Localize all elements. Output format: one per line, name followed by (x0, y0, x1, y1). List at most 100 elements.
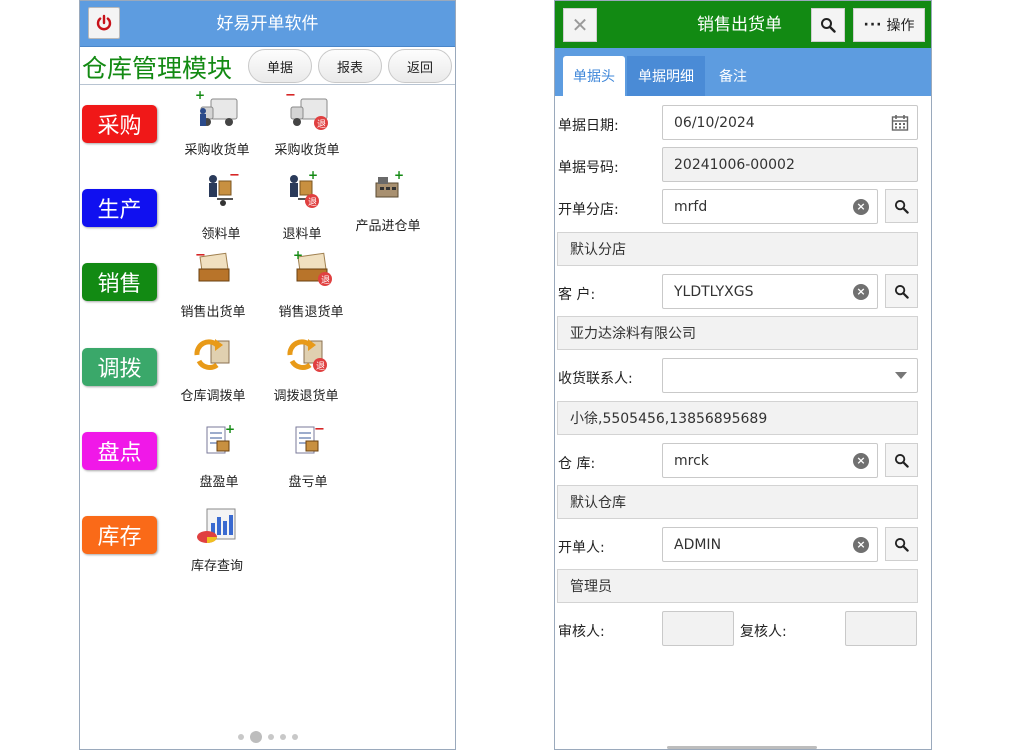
svg-text:+: + (195, 89, 205, 102)
category-purchase[interactable]: 采购 (82, 105, 157, 143)
back-button[interactable]: 返回 (388, 49, 452, 83)
tile-sales-return[interactable]: 退 + 销售退货单 (266, 247, 356, 320)
tile-stock-query[interactable]: 库存查询 (172, 503, 262, 574)
checklist-minus-icon: − (284, 419, 332, 467)
cash-register-icon: + (364, 165, 412, 213)
form-title: 销售出货单 (697, 15, 782, 35)
tile-stock-loss-label: 盘亏单 (288, 475, 328, 490)
tile-material-return-label: 退料单 (282, 227, 322, 242)
module-row: 仓库管理模块 单据 报表 返回 (80, 47, 455, 85)
page-dot[interactable] (279, 734, 286, 740)
close-icon: ✕ (571, 13, 589, 37)
category-inventory[interactable]: 库存 (82, 516, 157, 554)
reports-button[interactable]: 报表 (318, 49, 382, 83)
dropdown-arrow-icon (895, 372, 907, 379)
svg-text:+: + (308, 169, 318, 182)
contact-label: 收货联系人: (558, 371, 633, 387)
contact-select[interactable] (662, 358, 918, 393)
category-sales[interactable]: 销售 (82, 263, 157, 301)
page-dot[interactable] (291, 734, 298, 740)
close-button[interactable]: ✕ (563, 8, 597, 42)
creator-name: 管理员 (557, 569, 918, 603)
warehouse-label: 仓 库: (558, 456, 596, 472)
rechecker-label: 复核人: (740, 624, 787, 640)
number-field: 20241006-00002 (662, 147, 918, 182)
tile-stock-gain[interactable]: + 盘盈单 (174, 419, 264, 490)
tile-transfer-return[interactable]: 退 调拨退货单 (261, 331, 351, 404)
clear-icon[interactable]: × (853, 537, 869, 553)
tile-stock-loss[interactable]: − 盘亏单 (263, 419, 353, 490)
creator-value: ADMIN (674, 536, 722, 553)
page-dot[interactable] (267, 734, 274, 740)
category-production[interactable]: 生产 (82, 189, 157, 227)
svg-text:+: + (225, 422, 235, 436)
customer-input[interactable]: YLDTLYXGS × (662, 274, 878, 309)
page-dot[interactable] (237, 734, 244, 740)
tile-purchase-receive-label: 采购收货单 (184, 143, 250, 158)
customer-name: 亚力达涂料有限公司 (557, 316, 918, 350)
date-input[interactable]: 06/10/2024 (662, 105, 918, 140)
svg-text:退: 退 (308, 197, 317, 208)
tile-purchase-return-label: 采购收货单 (274, 143, 340, 158)
warehouse-value: mrck (674, 452, 709, 469)
delivery-truck-icon: + (193, 88, 241, 137)
return-truck-icon: 退 − (283, 88, 331, 137)
category-stocktake[interactable]: 盘点 (82, 432, 157, 470)
search-icon (894, 199, 909, 214)
svg-text:−: − (229, 169, 240, 183)
svg-text:−: − (285, 89, 296, 103)
right-header: ✕ 销售出货单 ··· 操作 (555, 1, 931, 48)
tile-sales-out[interactable]: − 销售出货单 (168, 247, 258, 320)
svg-text:+: + (394, 168, 404, 182)
tab-notes[interactable]: 备注 (707, 56, 759, 96)
hand-truck-icon: − (197, 168, 245, 217)
tile-transfer[interactable]: 仓库调拨单 (168, 331, 258, 404)
search-icon (894, 537, 909, 552)
tile-material-return[interactable]: 退 + 退料单 (257, 168, 347, 242)
tile-stock-query-label: 库存查询 (190, 559, 243, 574)
tile-sales-return-label: 销售退货单 (278, 305, 344, 320)
warehouse-input[interactable]: mrck × (662, 443, 878, 478)
warehouse-search-button[interactable] (885, 443, 918, 477)
customer-label: 客 户: (558, 287, 596, 303)
bottom-scroll-indicator (667, 746, 817, 749)
sales-order-icon: − (189, 247, 237, 295)
category-sales-label: 销售 (97, 272, 142, 297)
tile-purchase-return[interactable]: 退 − 采购收货单 (262, 88, 352, 158)
creator-search-button[interactable] (885, 527, 918, 561)
header-search-button[interactable] (811, 8, 845, 42)
category-inventory-label: 库存 (97, 525, 142, 550)
category-transfer[interactable]: 调拨 (82, 348, 157, 386)
number-label: 单据号码: (558, 160, 619, 176)
tab-header[interactable]: 单据头 (563, 56, 625, 96)
tile-material-pick[interactable]: − 领料单 (176, 168, 266, 242)
rechecker-field (845, 611, 917, 646)
tile-product-in[interactable]: + 产品进仓单 (343, 165, 433, 234)
clear-icon[interactable]: × (853, 284, 869, 300)
branch-search-button[interactable] (885, 189, 918, 223)
page-dot-active[interactable] (249, 731, 262, 743)
documents-button[interactable]: 单据 (248, 49, 312, 83)
operations-label: 操作 (886, 18, 915, 34)
tab-details[interactable]: 单据明细 (627, 56, 705, 96)
customer-value: YLDTLYXGS (674, 283, 754, 300)
clear-icon[interactable]: × (853, 199, 869, 215)
date-value: 06/10/2024 (674, 114, 755, 131)
branch-input[interactable]: mrfd × (662, 189, 878, 224)
creator-input[interactable]: ADMIN × (662, 527, 878, 562)
category-purchase-label: 采购 (97, 114, 142, 139)
tile-purchase-receive[interactable]: + 采购收货单 (172, 88, 262, 158)
operations-button[interactable]: ··· 操作 (853, 8, 925, 42)
chart-report-icon (193, 503, 241, 551)
calendar-icon[interactable] (891, 114, 909, 132)
tile-material-pick-label: 领料单 (201, 227, 241, 242)
warehouse-name: 默认仓库 (557, 485, 918, 519)
branch-name: 默认分店 (557, 232, 918, 266)
app-title: 好易开单软件 (216, 14, 319, 34)
svg-text:+: + (293, 248, 303, 262)
customer-search-button[interactable] (885, 274, 918, 308)
svg-text:退: 退 (321, 275, 330, 286)
category-production-label: 生产 (97, 198, 142, 223)
clear-icon[interactable]: × (853, 453, 869, 469)
number-value: 20241006-00002 (674, 156, 795, 173)
